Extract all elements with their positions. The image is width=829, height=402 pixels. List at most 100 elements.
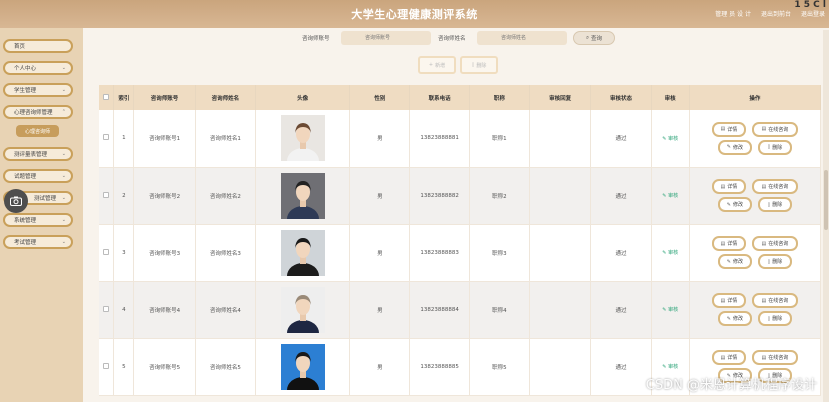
delete-button[interactable]: ▯ 删除: [757, 311, 792, 326]
edit-icon: ✎: [662, 135, 667, 142]
cell-title: 职称1: [469, 110, 531, 167]
search-button[interactable]: ⌕ 查询: [573, 31, 615, 45]
row-checkbox[interactable]: [103, 305, 110, 312]
avatar-image: [286, 294, 319, 333]
pencil-icon: ✎: [726, 201, 731, 208]
cell-reply: [529, 110, 592, 167]
cell-audit[interactable]: ✎ 审核: [651, 167, 690, 224]
chat-button[interactable]: ▤ 在线咨询: [751, 121, 798, 137]
sidebar-item-scales[interactable]: 测评量表管理 ⌄: [3, 147, 73, 161]
cell-name: 咨询师姓名5: [195, 338, 257, 395]
chat-button[interactable]: ▤ 在线咨询: [751, 293, 798, 308]
delete-button[interactable]: ▯ 删除: [757, 197, 792, 212]
delete-button-label: 删除: [772, 316, 783, 322]
scroll-thumb[interactable]: [824, 170, 828, 230]
cell-status: 通过: [590, 338, 652, 395]
delete-button[interactable]: ▯ 删除: [757, 254, 792, 269]
col-phone: 联系电话: [409, 85, 470, 110]
edit-button[interactable]: ✎ 修改: [717, 139, 752, 155]
audit-link-label: 审核: [668, 307, 679, 313]
sidebar-item-exams[interactable]: 考试管理 ⌄: [3, 235, 73, 249]
cell-reply: [529, 224, 592, 281]
detail-button[interactable]: ▤ 详情: [711, 293, 746, 308]
detail-button[interactable]: ▤ 详情: [711, 236, 746, 251]
cell-account: 咨询师账号1: [133, 110, 196, 167]
cell-ops: ▤ 详情 ▤ 在线咨询 ✎ 修改 ▯ 删除: [689, 110, 821, 167]
cell-name: 咨询师姓名2: [195, 167, 257, 224]
avatar: [280, 286, 325, 333]
row-checkbox[interactable]: [103, 248, 110, 255]
detail-button[interactable]: ▤ 详情: [711, 179, 746, 194]
top-link-admin[interactable]: 管理 员 设 计: [715, 9, 751, 18]
chat-button-label: 在线咨询: [768, 241, 789, 247]
sidebar-item-students[interactable]: 学生管理 ⌄: [3, 83, 73, 97]
cell-audit[interactable]: ✎ 审核: [651, 224, 690, 281]
trash-icon: ▯: [767, 201, 771, 208]
edit-button[interactable]: ✎ 修改: [717, 254, 752, 269]
chevron-down-icon: ⌄: [61, 173, 66, 179]
main-content: 咨询师账号 咨询师姓名 ⌕ 查询 + 新增 ▯ 删除 索引 咨询师账号: [83, 28, 829, 402]
sidebar-item-label: 考试管理: [14, 240, 37, 246]
chat-icon: ▤: [761, 297, 767, 304]
chat-button[interactable]: ▤ 在线咨询: [751, 350, 798, 365]
delete-button-label: 删除: [772, 144, 783, 151]
account-search-input[interactable]: [341, 31, 431, 45]
edit-button[interactable]: ✎ 修改: [717, 197, 752, 212]
row-select-cell[interactable]: [99, 167, 115, 224]
cell-status: 通过: [590, 167, 652, 224]
audit-link[interactable]: ✎ 审核: [662, 364, 678, 370]
chat-button[interactable]: ▤ 在线咨询: [751, 179, 798, 194]
table-header-row: 索引 咨询师账号 咨询师姓名 头像 性别 联系电话 职称 审核回复 审核状态 审…: [99, 85, 821, 110]
row-select-cell[interactable]: [99, 224, 115, 281]
avatar: [280, 115, 325, 162]
select-all-cell[interactable]: [99, 85, 115, 110]
row-checkbox[interactable]: [103, 191, 110, 198]
add-button-label: 新增: [435, 62, 446, 69]
audit-link[interactable]: ✎ 审核: [662, 136, 678, 142]
detail-button[interactable]: ▤ 详情: [711, 350, 746, 365]
audit-link[interactable]: ✎ 审核: [662, 193, 678, 199]
sidebar-subitem-counselor[interactable]: 心理咨询师: [16, 125, 59, 137]
avatar: [280, 343, 325, 390]
chevron-down-icon: ⌄: [61, 195, 66, 201]
sidebar-item-counselors[interactable]: 心理咨询师管理 ⌃: [3, 105, 73, 119]
detail-button[interactable]: ▤ 详情: [711, 121, 746, 137]
audit-link[interactable]: ✎ 审核: [662, 250, 678, 256]
row-checkbox[interactable]: [103, 134, 110, 141]
top-link-frontend[interactable]: 退出到前台: [761, 9, 791, 18]
sidebar-item-personal[interactable]: 个人中心 ⌄: [3, 61, 73, 75]
table-row: 3 咨询师账号3 咨询师姓名3 男 13823888883 职称3 通过 ✎ 审核 ▤ 详情 ▤ 在线…: [99, 224, 821, 281]
cell-account: 咨询师账号2: [133, 167, 196, 224]
avatar-image: [286, 180, 319, 219]
name-search-input[interactable]: [477, 31, 567, 45]
top-link-logout[interactable]: 退出登录: [801, 9, 825, 18]
sidebar-item-questions[interactable]: 试题管理 ⌄: [3, 169, 73, 183]
sidebar-item-home[interactable]: 首页: [3, 39, 73, 53]
delete-button-label: 删除: [772, 259, 783, 265]
corner-text: 1 5 C l: [794, 0, 826, 10]
edit-button-label: 修改: [732, 202, 743, 208]
chat-button[interactable]: ▤ 在线咨询: [751, 236, 798, 251]
sidebar-item-system[interactable]: 系统管理 ⌄: [3, 213, 73, 227]
row-select-cell[interactable]: [99, 281, 115, 338]
cell-gender: 男: [349, 338, 411, 395]
document-icon: ▤: [720, 297, 726, 304]
cell-ops: ▤ 详情 ▤ 在线咨询 ✎ 修改 ▯ 删除: [689, 224, 821, 281]
add-button[interactable]: + 新增: [418, 56, 456, 74]
sidebar-item-label: 测评量表管理: [14, 152, 48, 158]
row-checkbox[interactable]: [103, 362, 110, 369]
bulk-delete-button[interactable]: ▯ 删除: [460, 56, 498, 74]
delete-button[interactable]: ▯ 删除: [757, 139, 792, 155]
select-all-checkbox[interactable]: [103, 93, 110, 100]
audit-link[interactable]: ✎ 审核: [662, 307, 678, 313]
edit-button[interactable]: ✎ 修改: [717, 311, 752, 326]
row-select-cell[interactable]: [99, 338, 115, 395]
cell-avatar: [255, 110, 351, 167]
scrollbar[interactable]: [823, 30, 829, 402]
cell-audit[interactable]: ✎ 审核: [651, 281, 690, 338]
sidebar-item-label: 心理咨询师管理: [14, 110, 53, 116]
chat-button-label: 在线咨询: [768, 355, 789, 361]
cell-audit[interactable]: ✎ 审核: [651, 110, 690, 167]
row-select-cell[interactable]: [99, 110, 115, 167]
camera-icon[interactable]: [4, 189, 28, 213]
